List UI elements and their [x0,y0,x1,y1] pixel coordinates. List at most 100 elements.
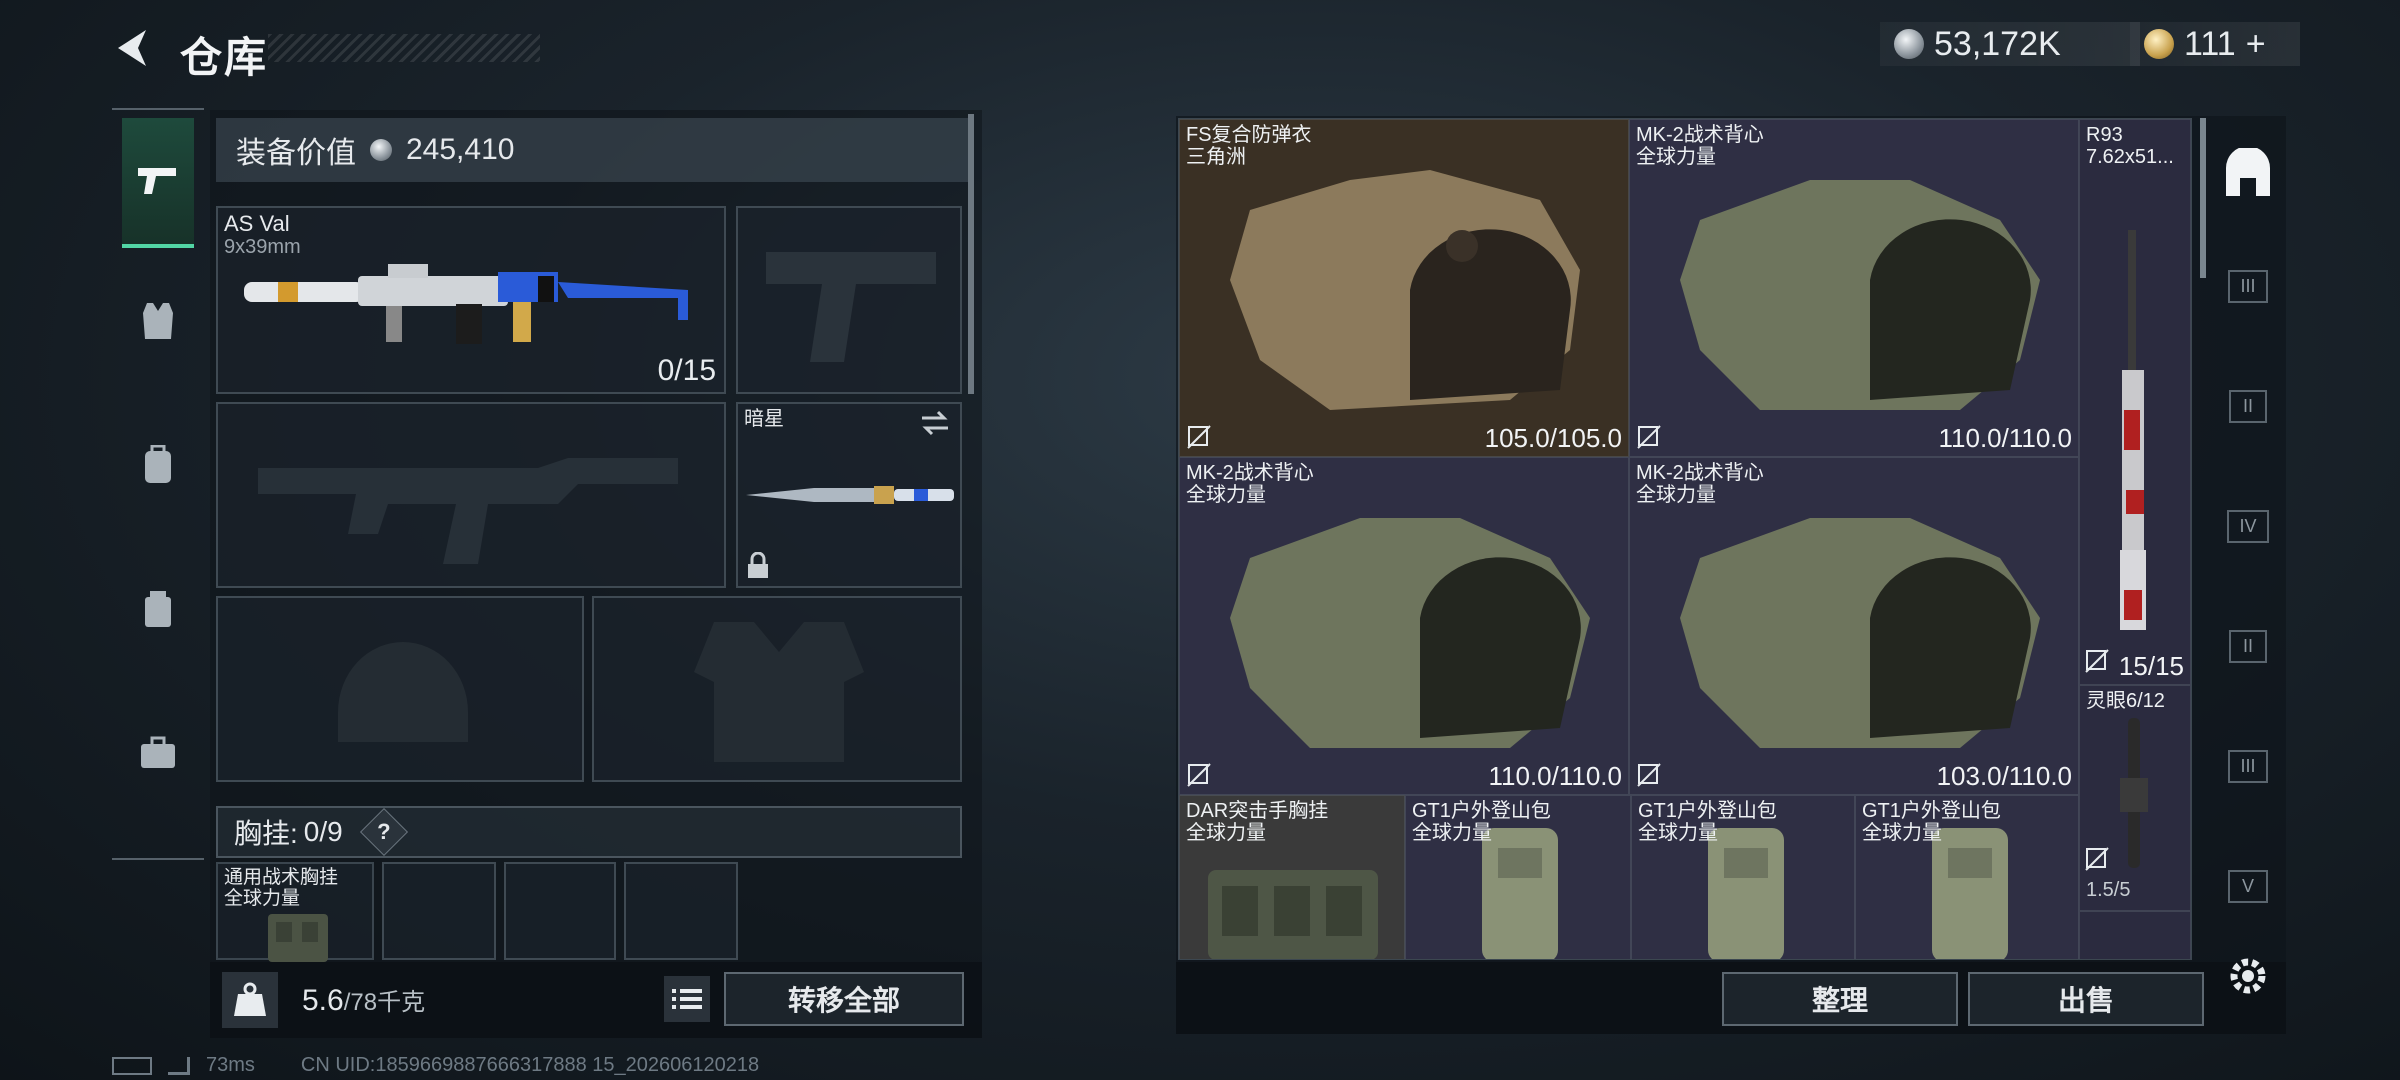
stash-item[interactable]: 灵眼6/12 1.5/5 [2079,685,2191,911]
helmet-slot[interactable] [216,596,584,782]
stash-page-tab[interactable]: IV [2218,494,2278,558]
mk2-vest-image [1230,518,1590,748]
stash-item[interactable]: FS复合防弹衣 三角洲 105.0/105.0 [1179,119,1629,457]
stash-scrollbar[interactable] [2200,118,2206,278]
stash-page-tab[interactable]: III [2218,734,2278,798]
chest-rig-image [268,914,328,962]
r93-rifle-image [2120,230,2146,630]
stash-page-tab[interactable]: V [2218,854,2278,918]
stash-cell[interactable] [2079,911,2191,959]
durability: 110.0/110.0 [1488,761,1623,791]
chest-rig-cell[interactable] [624,862,738,960]
tab-weapons[interactable] [122,118,194,248]
silver-amount: 53,172K [1934,24,2061,63]
no-insure-icon [1187,763,1211,787]
briefcase-icon [141,736,175,768]
ammo-count: 15/15 [2118,651,2184,681]
durability: 110.0/110.0 [1938,423,2073,453]
no-insure-icon [1637,425,1661,449]
page-icon: II [2228,389,2267,423]
settings-button[interactable] [2222,950,2274,1002]
page-icon: III [2228,749,2268,783]
mk2-vest-image [1680,518,2040,748]
add-gold-icon[interactable]: + [2246,25,2266,64]
left-scrollbar[interactable] [968,114,974,394]
page-icon: III [2228,269,2268,303]
zoom-readout: 1.5/5 [2086,879,2131,901]
weight-icon [222,972,278,1028]
stash-item[interactable]: GT1户外登山包 全球力量 [1855,795,2079,959]
dar-chest-rig-image [1208,870,1378,959]
stash-item[interactable]: DAR突击手胸挂 全球力量 [1179,795,1405,959]
stash-home-icon [2226,148,2270,196]
stash-page-rail: III II IV II III V [2210,118,2286,960]
chest-rig-cell[interactable] [504,862,616,960]
stash-item[interactable]: GT1户外登山包 全球力量 [1631,795,1855,959]
silver-currency[interactable]: 53,172K [1880,22,2140,66]
transfer-all-button[interactable]: 转移全部 [724,972,964,1026]
no-insure-icon [1637,763,1661,787]
stash-page-tab[interactable]: III [2218,254,2278,318]
scope-image [2120,718,2148,868]
title-decoration [268,34,540,62]
primary-weapon-slot[interactable]: AS Val 9x39mm 0/15 [216,206,726,394]
no-insure-icon [2085,847,2109,871]
help-icon[interactable]: ? [359,807,408,857]
stash-item[interactable]: MK-2战术背心 全球力量 110.0/110.0 [1629,119,2079,457]
durability: 105.0/105.0 [1484,423,1622,453]
silver-coin-icon [370,139,392,161]
backpack-icon [145,445,171,483]
sell-button[interactable]: 出售 [1968,972,2204,1026]
equipment-value-label: 装备价值 [236,137,356,170]
page-title: 仓库 [180,34,269,81]
chest-rig-label: 胸挂: [234,818,298,849]
body-armor-slot[interactable] [592,596,962,782]
stash-home-tab[interactable] [2218,142,2278,206]
stash-page-tab[interactable]: II [2218,614,2278,678]
secondary-weapon-slot[interactable] [216,402,726,588]
ping-readout: 73ms [206,1054,255,1076]
ammo-count: 0/15 [657,354,716,387]
rifle-silhouette-icon [258,458,678,564]
mk2-vest-image [1680,180,2040,410]
chest-rig-item[interactable]: 通用战术胸挂 全球力量 [216,862,374,962]
gold-currency[interactable]: 111 + [2130,22,2300,66]
no-insure-icon [2085,649,2109,673]
pistol-silhouette-icon [766,252,936,362]
chest-rig-count: 0/9 [303,816,343,847]
silver-coin-icon [1894,29,1924,59]
durability: 103.0/110.0 [1936,761,2072,791]
chest-rig-item-name: 通用战术胸挂 [224,867,339,888]
weight-readout: 5.6/78千克 [302,984,426,1017]
pistol-icon [138,168,176,194]
tab-backpack[interactable] [122,400,194,530]
page-icon: V [2227,869,2268,903]
battery-icon [112,1056,152,1075]
swap-icon[interactable] [920,410,950,436]
tab-chest-rig[interactable] [122,544,194,674]
pistol-slot[interactable] [736,206,962,394]
chest-rig-bar: 胸挂: 0/9 ? [216,806,962,858]
tab-armor[interactable] [122,256,194,386]
melee-slot[interactable]: 暗星 [736,402,962,588]
equipment-value: 245,410 [406,133,515,166]
stash-item[interactable]: R93 7.62x51... 15/15 [2079,119,2191,685]
stash-grid: FS复合防弹衣 三角洲 105.0/105.0 MK-2战术背心 全球力量 110.… [1178,118,2192,960]
knife-image [746,486,954,504]
sort-button[interactable]: 整理 [1722,972,1958,1026]
stash-item[interactable]: GT1户外登山包 全球力量 [1405,795,1631,959]
gold-amount: 111 [2184,24,2236,63]
gold-coin-icon [2144,29,2174,59]
back-button[interactable] [108,22,156,74]
page-icon: II [2228,629,2267,663]
fs-armor-image [1230,170,1580,410]
stash-item[interactable]: MK-2战术背心 全球力量 103.0/110.0 [1629,457,2079,795]
as-val-rifle-image [244,264,688,344]
list-view-button[interactable] [664,976,710,1022]
page-icon: IV [2227,509,2269,543]
helmet-silhouette-icon [338,642,468,742]
stash-item[interactable]: MK-2战术背心 全球力量 110.0/110.0 [1179,457,1629,795]
chest-rig-cell[interactable] [382,862,496,960]
tab-case[interactable] [122,688,194,818]
stash-page-tab[interactable]: II [2218,374,2278,438]
